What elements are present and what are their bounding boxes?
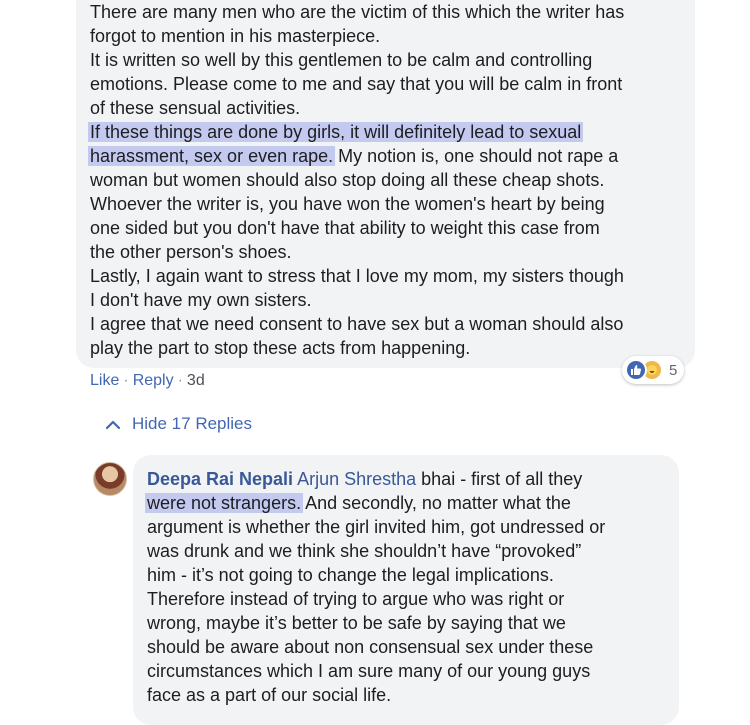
like-icon (625, 359, 647, 381)
highlighted-text: harassment, sex or even rape. (88, 146, 336, 166)
reply-line: him - it’s not going to change the legal… (147, 565, 554, 585)
comment-actions: Like · Reply · 3d (90, 372, 205, 390)
reply-line: argument is whether the girl invited him… (147, 517, 606, 537)
reply-body: Deepa Rai Nepali Arjun Shrestha bhai - f… (145, 467, 677, 707)
reply-line: wrong, maybe it’s better to be safe by s… (147, 613, 566, 633)
reply-link[interactable]: Reply (133, 372, 174, 389)
comment-line: There are many men who are the victim of… (90, 2, 625, 22)
comment-line: harassment, sex or even rape. My notion … (88, 144, 700, 168)
comment-line: I don't have my own sisters. (90, 290, 312, 310)
reply-line: were not strangers. And secondly, no mat… (145, 491, 677, 515)
comment-body: There are many men who are the victim of… (88, 0, 700, 360)
like-link[interactable]: Like (90, 372, 119, 389)
comment-line: forgot to mention in his masterpiece. (90, 26, 381, 46)
reply-line: circumstances which I am sure many of ou… (147, 661, 591, 681)
highlighted-text: If these things are done by girls, it wi… (88, 122, 584, 142)
comment-line-rest: My notion is, one should not rape a (333, 146, 619, 166)
reply-line-rest: bhai - first of all they (416, 469, 583, 489)
comment-line: It is written so well by this gentlemen … (90, 50, 593, 70)
separator: · (123, 372, 129, 389)
separator: · (177, 372, 183, 389)
comment-line: emotions. Please come to me and say that… (90, 74, 623, 94)
comment-line: the other person's shoes. (90, 242, 292, 262)
mention-link[interactable]: Arjun Shrestha (297, 469, 416, 489)
reply-line-rest: And secondly, no matter what the (301, 493, 571, 513)
reply-line: Deepa Rai Nepali Arjun Shrestha bhai - f… (147, 467, 677, 491)
reaction-count: 5 (669, 361, 678, 379)
comment-line: Lastly, I again want to stress that I lo… (90, 266, 624, 286)
comment-line: play the part to stop these acts from ha… (90, 338, 471, 358)
timestamp[interactable]: 3d (187, 372, 205, 389)
reply-line: Therefore instead of trying to argue who… (147, 589, 565, 609)
comment-line: woman but women should also stop doing a… (90, 170, 605, 190)
hide-replies-label: Hide 17 Replies (132, 414, 253, 433)
avatar[interactable] (93, 462, 127, 496)
hide-replies-button[interactable]: Hide 17 Replies (104, 414, 252, 434)
comment-line: of these sensual activities. (90, 98, 301, 118)
comment-line: If these things are done by girls, it wi… (88, 120, 700, 144)
comment-line: I agree that we need consent to have sex… (90, 314, 624, 334)
comment-line: Whoever the writer is, you have won the … (90, 194, 605, 214)
comment-line: one sided but you don't have that abilit… (90, 218, 600, 238)
reply-line: should be aware about non consensual sex… (147, 637, 594, 657)
author-name[interactable]: Deepa Rai Nepali (147, 469, 293, 489)
highlighted-text: were not strangers. (145, 493, 304, 513)
reply-line: face as a part of our social life. (147, 685, 392, 705)
reply-line: was drunk and we think she shouldn’t hav… (147, 541, 582, 561)
reactions-summary[interactable]: 5 (622, 356, 685, 384)
chevron-up-icon (105, 420, 121, 430)
